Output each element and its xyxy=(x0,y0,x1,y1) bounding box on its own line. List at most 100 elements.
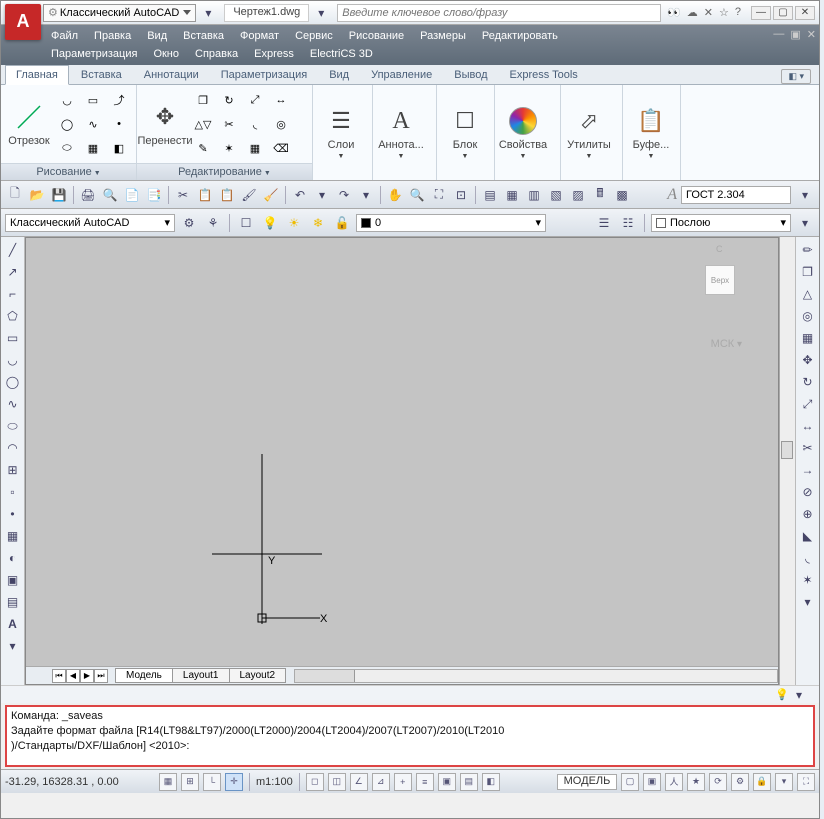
ribtab-output[interactable]: Вывод xyxy=(444,66,497,84)
doc-max[interactable]: ▣ xyxy=(790,28,800,41)
ribtab-express[interactable]: Express Tools xyxy=(500,66,588,84)
model-paper-toggle[interactable]: МОДЕЛЬ xyxy=(557,774,617,790)
fillet-icon[interactable]: ◟ xyxy=(243,113,267,135)
close-button[interactable]: ✕ xyxy=(795,6,815,20)
point-icon[interactable]: • xyxy=(107,113,131,135)
props-button[interactable]: Свойства▼ xyxy=(499,89,547,176)
polyline-icon[interactable]: ⤴ xyxy=(107,89,131,111)
mark-icon[interactable]: ▨ xyxy=(568,185,588,205)
tab-prev[interactable]: ◀ xyxy=(66,669,80,683)
insert-tool-icon[interactable]: ⊞ xyxy=(1,459,24,481)
menu-modify[interactable]: Редактировать xyxy=(482,30,558,42)
tp-icon[interactable]: ▥ xyxy=(524,185,544,205)
color-combo[interactable]: Послою ▾ xyxy=(651,214,791,232)
rotate-mod-icon[interactable]: ↻ xyxy=(796,371,819,393)
cut-icon[interactable]: ✂ xyxy=(173,185,193,205)
hatch-icon[interactable]: ▦ xyxy=(81,137,105,159)
ray-tool-icon[interactable]: ↗ xyxy=(1,261,24,283)
prop-pal-icon[interactable]: ▤ xyxy=(480,185,500,205)
rect-icon[interactable]: ▭ xyxy=(81,89,105,111)
menu-parametric[interactable]: Параметризация xyxy=(51,48,137,60)
trans-toggle[interactable]: ▣ xyxy=(438,773,456,791)
circle-tool-icon[interactable]: ◯ xyxy=(1,371,24,393)
annot-button[interactable]: AАннота...▼ xyxy=(377,89,425,176)
zoomwin-icon[interactable]: ⊡ xyxy=(451,185,471,205)
annoauto-icon[interactable]: ⟳ xyxy=(709,773,727,791)
mirror-icon[interactable]: △▽ xyxy=(191,113,215,135)
join-mod-icon[interactable]: ⊕ xyxy=(796,503,819,525)
snap-toggle[interactable]: ▦ xyxy=(159,773,177,791)
sc-toggle[interactable]: ◧ xyxy=(482,773,500,791)
extend-mod-icon[interactable]: → xyxy=(796,459,819,481)
ellipse-icon[interactable]: ⬭ xyxy=(55,137,79,159)
menu-format[interactable]: Формат xyxy=(240,30,279,42)
move-mod-icon[interactable]: ✥ xyxy=(796,349,819,371)
copy-icon[interactable]: ❐ xyxy=(191,89,215,111)
menu-edit[interactable]: Правка xyxy=(94,30,131,42)
publish-icon[interactable]: 📄 xyxy=(122,185,142,205)
menu-draw[interactable]: Рисование xyxy=(349,30,404,42)
fillet-mod-icon[interactable]: ◟ xyxy=(796,547,819,569)
clean-screen-icon[interactable]: ⛶ xyxy=(797,773,815,791)
offset-mod-icon[interactable]: ◎ xyxy=(796,305,819,327)
drop-tool-icon[interactable]: ▾ xyxy=(1,635,24,657)
ribtab-view[interactable]: Вид xyxy=(319,66,359,84)
vscrollbar[interactable] xyxy=(779,237,795,685)
ws-switch-icon[interactable]: ⚙ xyxy=(731,773,749,791)
preview-icon[interactable]: 🔍 xyxy=(100,185,120,205)
scale-mod-icon[interactable]: ⤢ xyxy=(796,393,819,415)
erase-icon[interactable]: ⌫ xyxy=(269,137,293,159)
lw-toggle[interactable]: ≡ xyxy=(416,773,434,791)
region-icon[interactable]: ◧ xyxy=(107,137,131,159)
spline-icon[interactable]: ∿ xyxy=(81,113,105,135)
bulb-drop[interactable]: ▾ xyxy=(789,685,809,705)
exchange-icon[interactable]: ✕ xyxy=(704,6,713,19)
min-button[interactable]: — xyxy=(751,6,771,20)
ellipsearc-tool-icon[interactable]: ◠ xyxy=(1,437,24,459)
copy-mod-icon[interactable]: ❐ xyxy=(796,261,819,283)
paste-icon[interactable]: 📋 xyxy=(217,185,237,205)
ribbon-expander[interactable]: ◧ ▾ xyxy=(781,69,811,84)
copy2-icon[interactable]: 📋 xyxy=(195,185,215,205)
break-mod-icon[interactable]: ⊘ xyxy=(796,481,819,503)
viewcube-top[interactable]: Верх xyxy=(705,265,735,295)
panel-draw[interactable]: Рисование▼ xyxy=(1,163,136,180)
brush-icon[interactable]: ✎ xyxy=(191,137,215,159)
block-button[interactable]: ☐Блок▼ xyxy=(441,89,489,176)
line-button[interactable]: Отрезок xyxy=(5,89,53,159)
color-drop[interactable]: ▾ xyxy=(795,213,815,233)
region-tool-icon[interactable]: ▣ xyxy=(1,569,24,591)
osnap-toggle[interactable]: ◻ xyxy=(306,773,324,791)
array-icon[interactable]: ▦ xyxy=(243,137,267,159)
menu-insert[interactable]: Вставка xyxy=(183,30,224,42)
layout-2[interactable]: Layout2 xyxy=(229,668,287,683)
move-button[interactable]: ✥ Перенести xyxy=(141,89,189,159)
tab-last[interactable]: ⏭ xyxy=(94,669,108,683)
scale-icon[interactable]: ⤢ xyxy=(243,89,267,111)
app-logo[interactable]: A xyxy=(5,4,41,40)
otrack-toggle[interactable]: ∠ xyxy=(350,773,368,791)
layout-1[interactable]: Layout1 xyxy=(172,668,230,683)
point-tool-icon[interactable]: • xyxy=(1,503,24,525)
mtext-tool-icon[interactable]: A xyxy=(1,613,24,635)
polygon-tool-icon[interactable]: ⬠ xyxy=(1,305,24,327)
clip-button[interactable]: 📋Буфе...▼ xyxy=(627,89,675,176)
st2-icon[interactable]: ▣ xyxy=(643,773,661,791)
trim-mod-icon[interactable]: ✂ xyxy=(796,437,819,459)
mod-drop[interactable]: ▾ xyxy=(796,591,819,613)
ellipse-tool-icon[interactable]: ⬭ xyxy=(1,415,24,437)
tab-next[interactable]: ▶ xyxy=(80,669,94,683)
menu-view[interactable]: Вид xyxy=(147,30,167,42)
ssm-icon[interactable]: ▧ xyxy=(546,185,566,205)
ref-icon[interactable]: ▩ xyxy=(612,185,632,205)
layers-button[interactable]: ☰Слои▼ xyxy=(317,89,365,176)
sun-icon[interactable]: ☀ xyxy=(284,213,304,233)
textstyle-icon[interactable]: A xyxy=(667,186,677,204)
scale-readout[interactable]: m1:100 xyxy=(256,776,293,788)
ribtab-param[interactable]: Параметризация xyxy=(211,66,317,84)
ribtab-annot[interactable]: Аннотации xyxy=(134,66,209,84)
ws-gear-icon[interactable]: ⚙ xyxy=(179,213,199,233)
print-icon[interactable]: 🖨 xyxy=(78,185,98,205)
bulb-status-icon[interactable]: 💡 xyxy=(775,688,789,701)
ribtab-insert[interactable]: Вставка xyxy=(71,66,132,84)
